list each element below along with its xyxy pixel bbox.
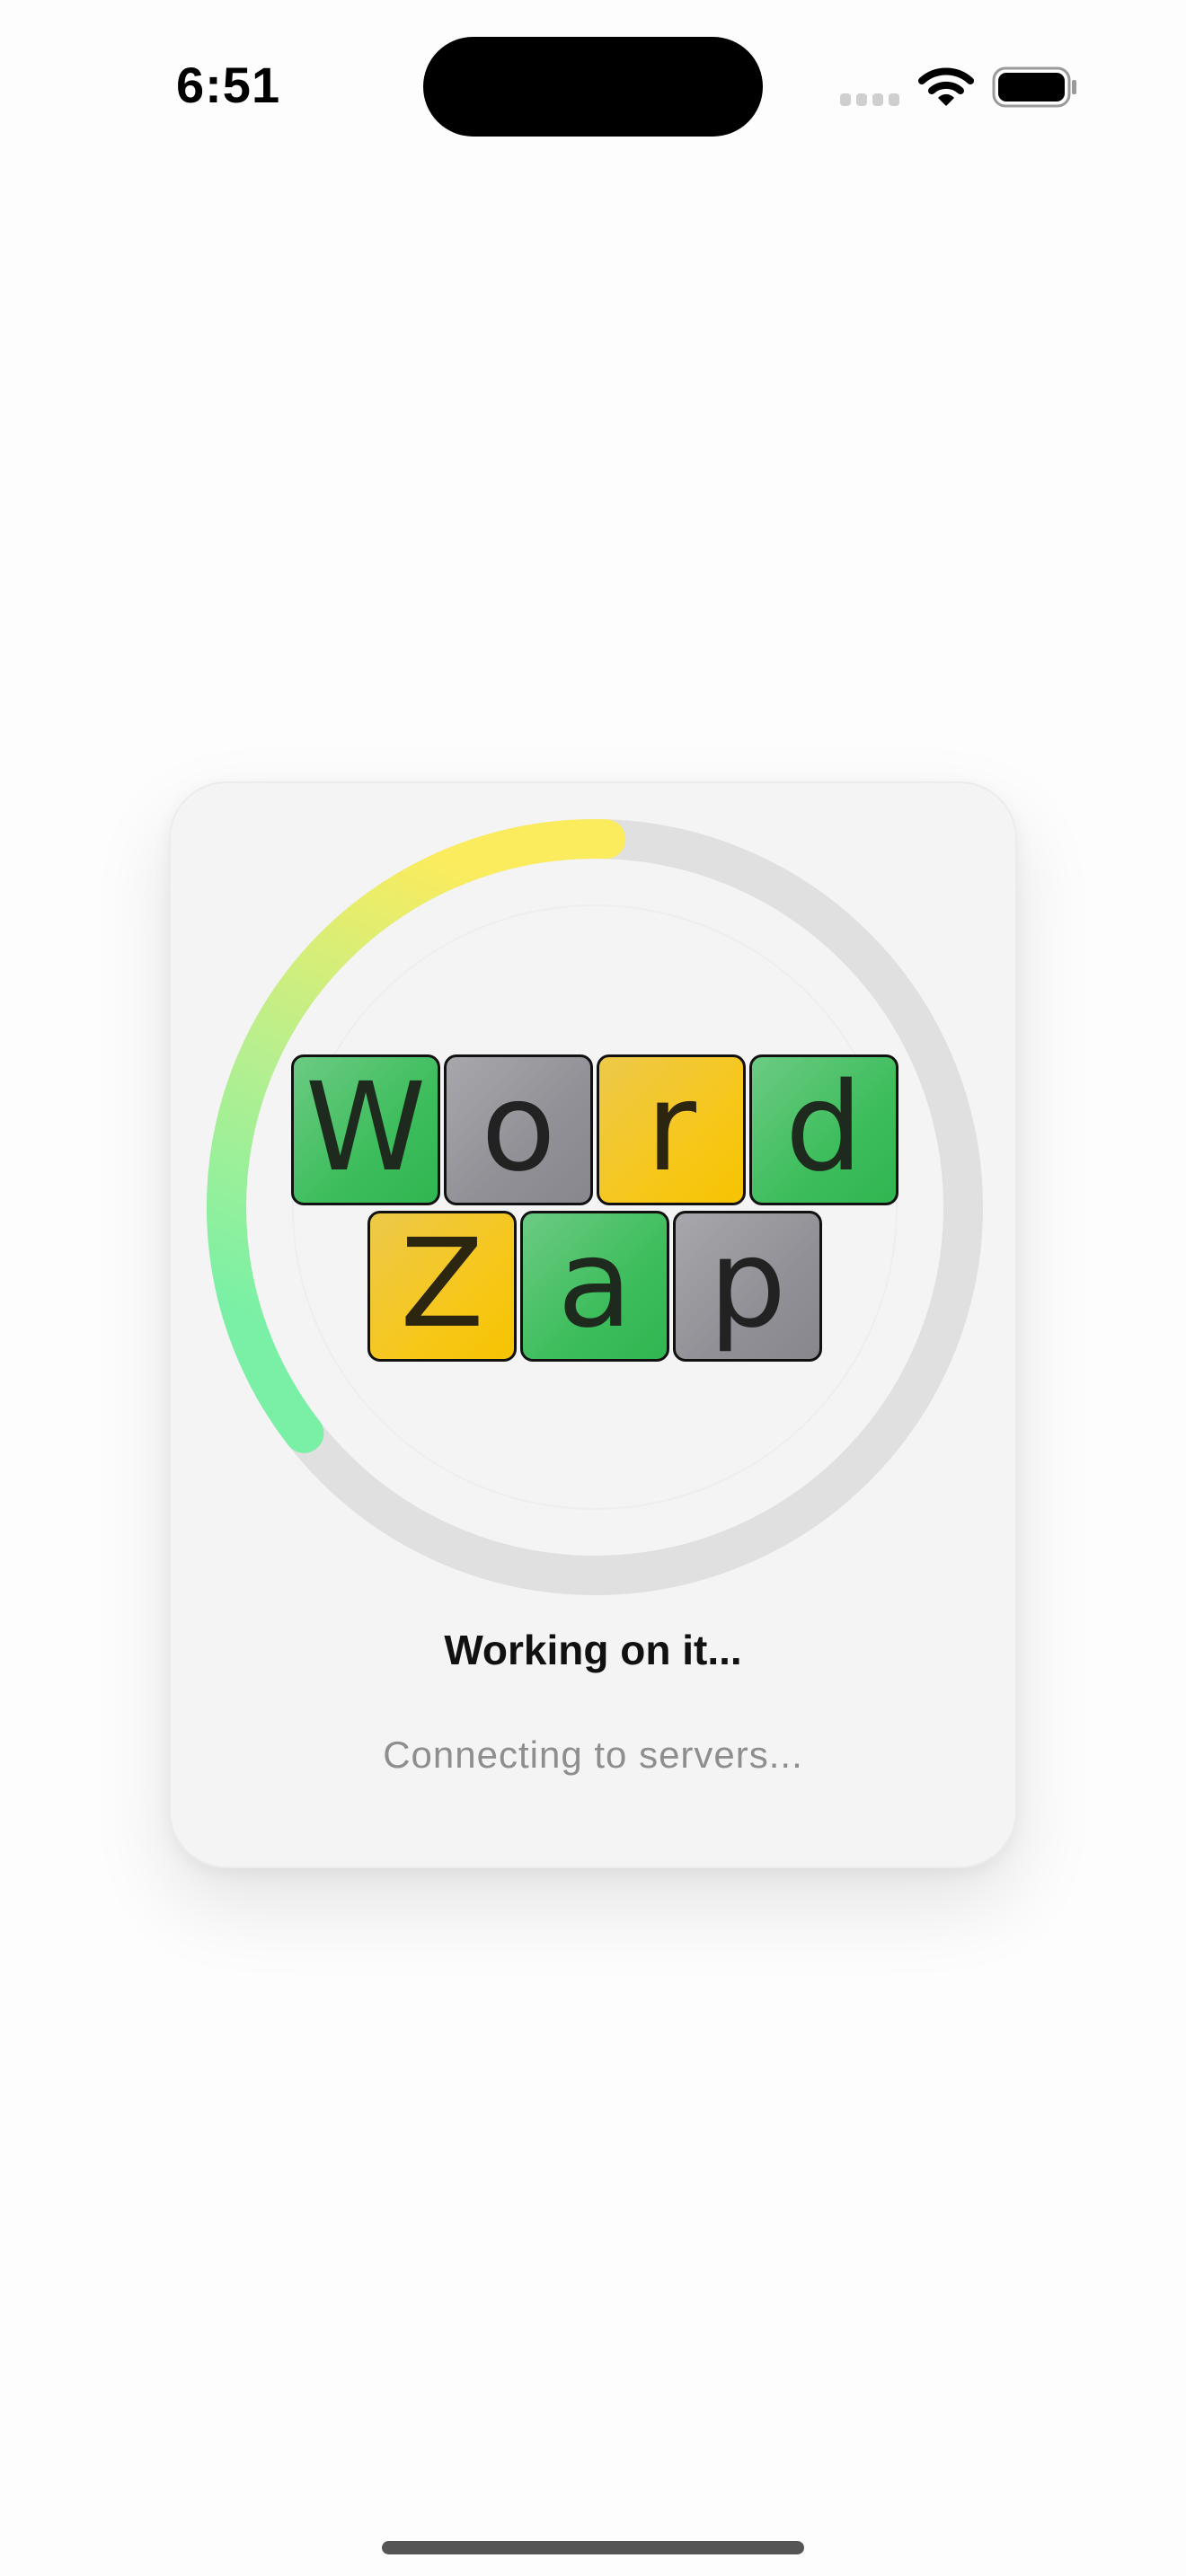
logo-tile-r: r	[597, 1054, 746, 1205]
home-indicator[interactable]	[382, 2541, 804, 2554]
battery-icon	[992, 66, 1076, 108]
cellular-signal-icon	[840, 93, 899, 106]
logo-tile-z: Z	[367, 1211, 517, 1362]
logo-tile-a: a	[520, 1211, 669, 1362]
logo-tile-o: o	[444, 1054, 593, 1205]
logo-tile-p: p	[673, 1211, 822, 1362]
wifi-icon	[918, 67, 974, 106]
logo-tile-w: W	[291, 1054, 440, 1205]
loading-title: Working on it...	[444, 1627, 742, 1673]
loading-status-text: Connecting to servers...	[383, 1734, 803, 1776]
logo-tile-d: d	[749, 1054, 898, 1205]
status-time: 6:51	[176, 57, 281, 113]
dynamic-island	[423, 37, 763, 137]
loading-card: W o r d Z a p Working on it... Connectin…	[169, 781, 1017, 1868]
status-bar: 6:51	[0, 0, 1186, 171]
word-zap-logo: W o r d Z a p	[291, 1054, 898, 1365]
